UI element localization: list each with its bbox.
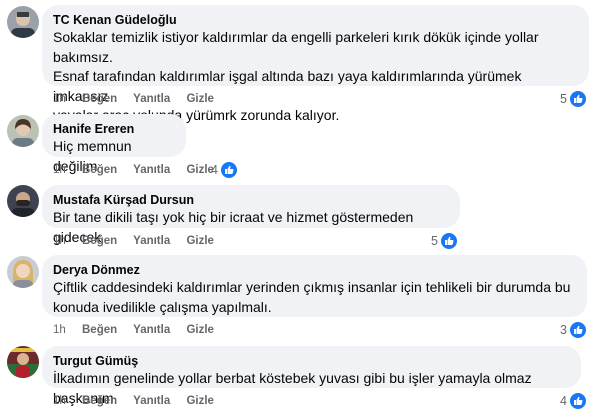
reaction-count: 4 bbox=[560, 394, 567, 408]
comment-actions: 1h Beğen Yanıtla Gizle bbox=[53, 235, 227, 247]
comment-actions: 1h Beğen Yanıtla Gizle bbox=[53, 395, 227, 407]
comment-bubble: Hanife Ereren Hiç memnun değilim bbox=[42, 114, 186, 174]
comment-text-line: konuda ivedilikle çalışma yapılmalı. bbox=[53, 298, 272, 315]
comment-bubble: Derya Dönmez Çiftlik caddesindeki kaldır… bbox=[42, 255, 587, 317]
timestamp[interactable]: 1h bbox=[53, 395, 66, 407]
timestamp[interactable]: 1h bbox=[53, 324, 66, 336]
reply-button[interactable]: Yanıtla bbox=[133, 164, 170, 176]
like-button[interactable]: Beğen bbox=[82, 395, 117, 407]
reaction-summary[interactable]: 5 bbox=[560, 90, 587, 108]
thumbs-up-icon bbox=[568, 392, 587, 410]
reaction-summary[interactable]: 3 bbox=[560, 321, 587, 339]
like-button[interactable]: Beğen bbox=[82, 235, 117, 247]
timestamp[interactable]: 1h bbox=[53, 164, 66, 176]
comment-actions: 1h Beğen Yanıtla Gizle bbox=[53, 164, 227, 176]
reaction-count: 5 bbox=[431, 234, 438, 248]
thumbs-up-icon bbox=[439, 232, 458, 250]
comment-author[interactable]: Derya Dönmez bbox=[53, 262, 576, 278]
comment-author[interactable]: Hanife Ereren bbox=[53, 121, 175, 137]
thumbs-up-icon bbox=[568, 90, 587, 108]
comment-bubble: Turgut Gümüş İlkadımın genelinde yollar … bbox=[42, 346, 581, 406]
comment-text-line: Çiftlik caddesindeki kaldırımlar yerinde… bbox=[53, 279, 571, 295]
avatar[interactable] bbox=[7, 6, 39, 38]
reaction-count: 3 bbox=[560, 323, 567, 337]
avatar[interactable] bbox=[7, 115, 39, 147]
reaction-count: 4 bbox=[211, 163, 218, 177]
comment-author[interactable]: TC Kenan Güdeloğlu bbox=[53, 12, 578, 28]
like-button[interactable]: Beğen bbox=[82, 93, 117, 105]
hide-button[interactable]: Gizle bbox=[186, 324, 213, 336]
comment-author[interactable]: Mustafa Kürşad Dursun bbox=[53, 192, 449, 208]
comment-actions: 1h Beğen Yanıtla Gizle bbox=[53, 93, 227, 105]
avatar[interactable] bbox=[7, 185, 39, 217]
reply-button[interactable]: Yanıtla bbox=[133, 235, 170, 247]
hide-button[interactable]: Gizle bbox=[186, 93, 213, 105]
reply-button[interactable]: Yanıtla bbox=[133, 395, 170, 407]
comment-actions: 1h Beğen Yanıtla Gizle bbox=[53, 324, 227, 336]
comment-bubble: Mustafa Kürşad Dursun Bir tane dikili ta… bbox=[42, 185, 460, 245]
comment-author[interactable]: Turgut Gümüş bbox=[53, 353, 570, 369]
avatar[interactable] bbox=[7, 346, 39, 378]
hide-button[interactable]: Gizle bbox=[186, 395, 213, 407]
reaction-summary[interactable]: 5 bbox=[431, 232, 458, 250]
like-button[interactable]: Beğen bbox=[82, 324, 117, 336]
reaction-summary[interactable]: 4 bbox=[560, 392, 587, 410]
timestamp[interactable]: 1h bbox=[53, 235, 66, 247]
reaction-count: 5 bbox=[560, 92, 567, 106]
hide-button[interactable]: Gizle bbox=[186, 235, 213, 247]
timestamp[interactable]: 1h bbox=[53, 93, 66, 105]
reaction-summary[interactable]: 4 bbox=[211, 161, 238, 179]
thumbs-up-icon bbox=[219, 161, 238, 179]
hide-button[interactable]: Gizle bbox=[186, 164, 213, 176]
comment-text-line: Sokaklar temizlik istiyor kaldırımlar da… bbox=[53, 29, 539, 65]
reply-button[interactable]: Yanıtla bbox=[133, 324, 170, 336]
like-button[interactable]: Beğen bbox=[82, 164, 117, 176]
avatar[interactable] bbox=[7, 256, 39, 288]
comment-bubble: TC Kenan Güdeloğlu Sokaklar temizlik ist… bbox=[42, 5, 589, 123]
reply-button[interactable]: Yanıtla bbox=[133, 93, 170, 105]
thumbs-up-icon bbox=[568, 321, 587, 339]
